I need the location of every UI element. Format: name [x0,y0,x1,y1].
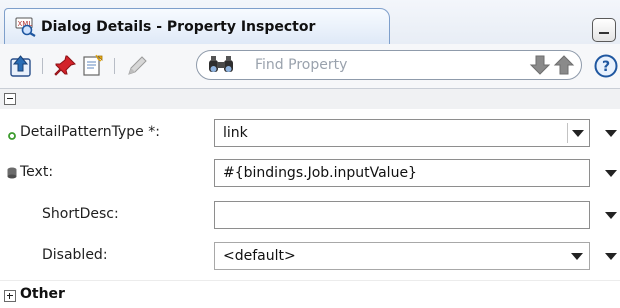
property-label: Text: [20,164,54,180]
disabled-select[interactable]: <default> [214,242,590,270]
panel-tab-bar: XML Dialog Details - Property Inspector [0,0,620,45]
property-label: ShortDesc: [42,206,119,222]
chevron-down-icon[interactable] [567,123,587,143]
tab-title: Dialog Details - Property Inspector [41,19,316,35]
database-icon [6,167,18,183]
edit-source-icon[interactable] [80,53,106,79]
chevron-down-icon[interactable] [567,246,587,266]
help-icon[interactable]: ? [594,54,618,78]
up-arrow-page-icon[interactable] [8,53,34,79]
arrow-down-icon[interactable] [529,54,551,80]
property-label: DetailPatternType *: [20,124,160,140]
binoculars-icon[interactable] [207,52,237,82]
minimize-button[interactable] [592,18,616,42]
short-desc-field[interactable] [214,201,590,229]
required-dot-icon [8,129,16,144]
toolbar: ? [0,44,620,89]
property-menu-arrow[interactable] [604,250,618,264]
toolbar-separator [114,58,115,74]
text-expression-field[interactable]: #{bindings.Job.inputValue} [214,159,590,187]
tab-property-inspector[interactable]: XML Dialog Details - Property Inspector [4,8,390,44]
expand-toggle[interactable] [4,290,16,302]
section-header-common [0,89,620,109]
property-menu-arrow[interactable] [604,127,618,141]
section-other-label[interactable]: Other [20,286,65,302]
property-menu-arrow[interactable] [604,209,618,223]
pin-icon[interactable] [52,53,78,79]
arrow-up-icon[interactable] [553,54,575,80]
find-property-search[interactable] [196,50,582,80]
divider [0,280,620,281]
search-input[interactable] [255,55,505,75]
property-value: #{bindings.Job.inputValue} [223,165,417,181]
property-menu-arrow[interactable] [604,167,618,181]
xml-inspect-icon: XML [15,17,37,37]
toolbar-separator [42,58,43,74]
detail-pattern-type-combo[interactable]: link [214,119,590,147]
property-label: Disabled: [42,247,108,263]
svg-text:?: ? [602,59,610,75]
property-value: link [223,125,248,141]
collapse-toggle[interactable] [4,93,16,105]
pencil-icon[interactable] [124,53,150,79]
property-value: <default> [223,248,296,264]
